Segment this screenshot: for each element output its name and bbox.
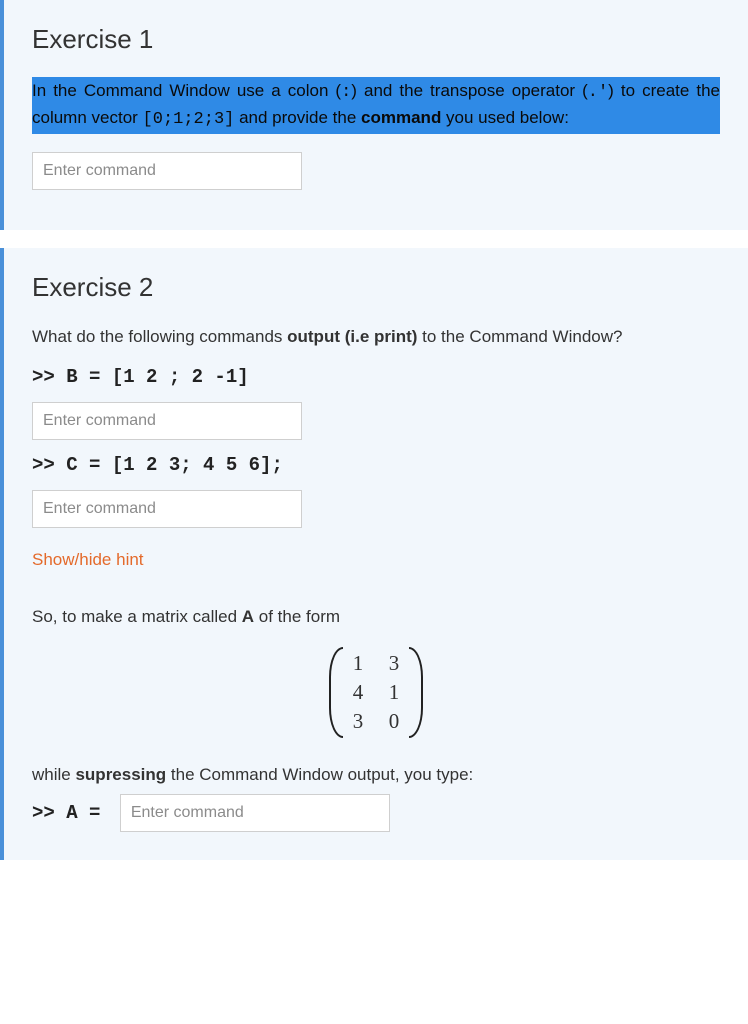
matrix-cell: 1 bbox=[387, 680, 401, 705]
while-text: while supressing the Command Window outp… bbox=[32, 762, 720, 788]
code-c-definition: >> C = [1 2 3; 4 5 6]; bbox=[32, 454, 720, 476]
matrix-body: 1 3 4 1 3 0 bbox=[343, 647, 409, 738]
matrix-cell: 4 bbox=[351, 680, 365, 705]
exercise-2-c-input[interactable] bbox=[32, 490, 302, 528]
vector-literal: [0;1;2;3] bbox=[143, 110, 235, 129]
exercise-2-title: Exercise 2 bbox=[32, 272, 720, 303]
text: In the Command Window use a colon ( bbox=[32, 81, 341, 100]
matrix-display: 1 3 4 1 3 0 bbox=[32, 647, 720, 738]
exercise-1-card: Exercise 1 In the Command Window use a c… bbox=[0, 0, 748, 230]
matrix-name-A: A bbox=[242, 607, 254, 626]
text: and provide the bbox=[234, 108, 361, 127]
text: you used below: bbox=[441, 108, 569, 127]
code-b-definition: >> B = [1 2 ; 2 -1] bbox=[32, 366, 720, 388]
supressing-word: supressing bbox=[75, 765, 166, 784]
matrix-cell: 3 bbox=[351, 709, 365, 734]
matrix-right-paren bbox=[409, 647, 423, 738]
show-hide-hint-link[interactable]: Show/hide hint bbox=[32, 550, 144, 570]
a-assignment-row: >> A = bbox=[32, 794, 720, 832]
text: while bbox=[32, 765, 75, 784]
exercise-1-command-input[interactable] bbox=[32, 152, 302, 190]
text: So, to make a matrix called bbox=[32, 607, 242, 626]
colon-literal: : bbox=[341, 83, 351, 102]
transpose-literal: .' bbox=[588, 83, 608, 102]
code-a-prompt: >> A = bbox=[32, 802, 112, 824]
exercise-1-title: Exercise 1 bbox=[32, 24, 720, 55]
matrix-left-paren bbox=[329, 647, 343, 738]
text: the Command Window output, you type: bbox=[166, 765, 473, 784]
text: ) and the transpose operator ( bbox=[351, 81, 587, 100]
exercise-2-question: What do the following commands output (i… bbox=[32, 325, 720, 350]
text: to the Command Window? bbox=[417, 327, 622, 346]
exercise-2-b-input[interactable] bbox=[32, 402, 302, 440]
exercise-2-a-input[interactable] bbox=[120, 794, 390, 832]
text: of the form bbox=[254, 607, 340, 626]
so-text: So, to make a matrix called A of the for… bbox=[32, 604, 720, 630]
matrix-cell: 0 bbox=[387, 709, 401, 734]
text: What do the following commands bbox=[32, 327, 287, 346]
command-word: command bbox=[361, 108, 441, 127]
output-phrase: output (i.e print) bbox=[287, 327, 417, 346]
exercise-2-card: Exercise 2 What do the following command… bbox=[0, 248, 748, 860]
matrix-cell: 1 bbox=[351, 651, 365, 676]
exercise-1-instructions-highlighted: In the Command Window use a colon (:) an… bbox=[32, 77, 720, 134]
matrix-cell: 3 bbox=[387, 651, 401, 676]
